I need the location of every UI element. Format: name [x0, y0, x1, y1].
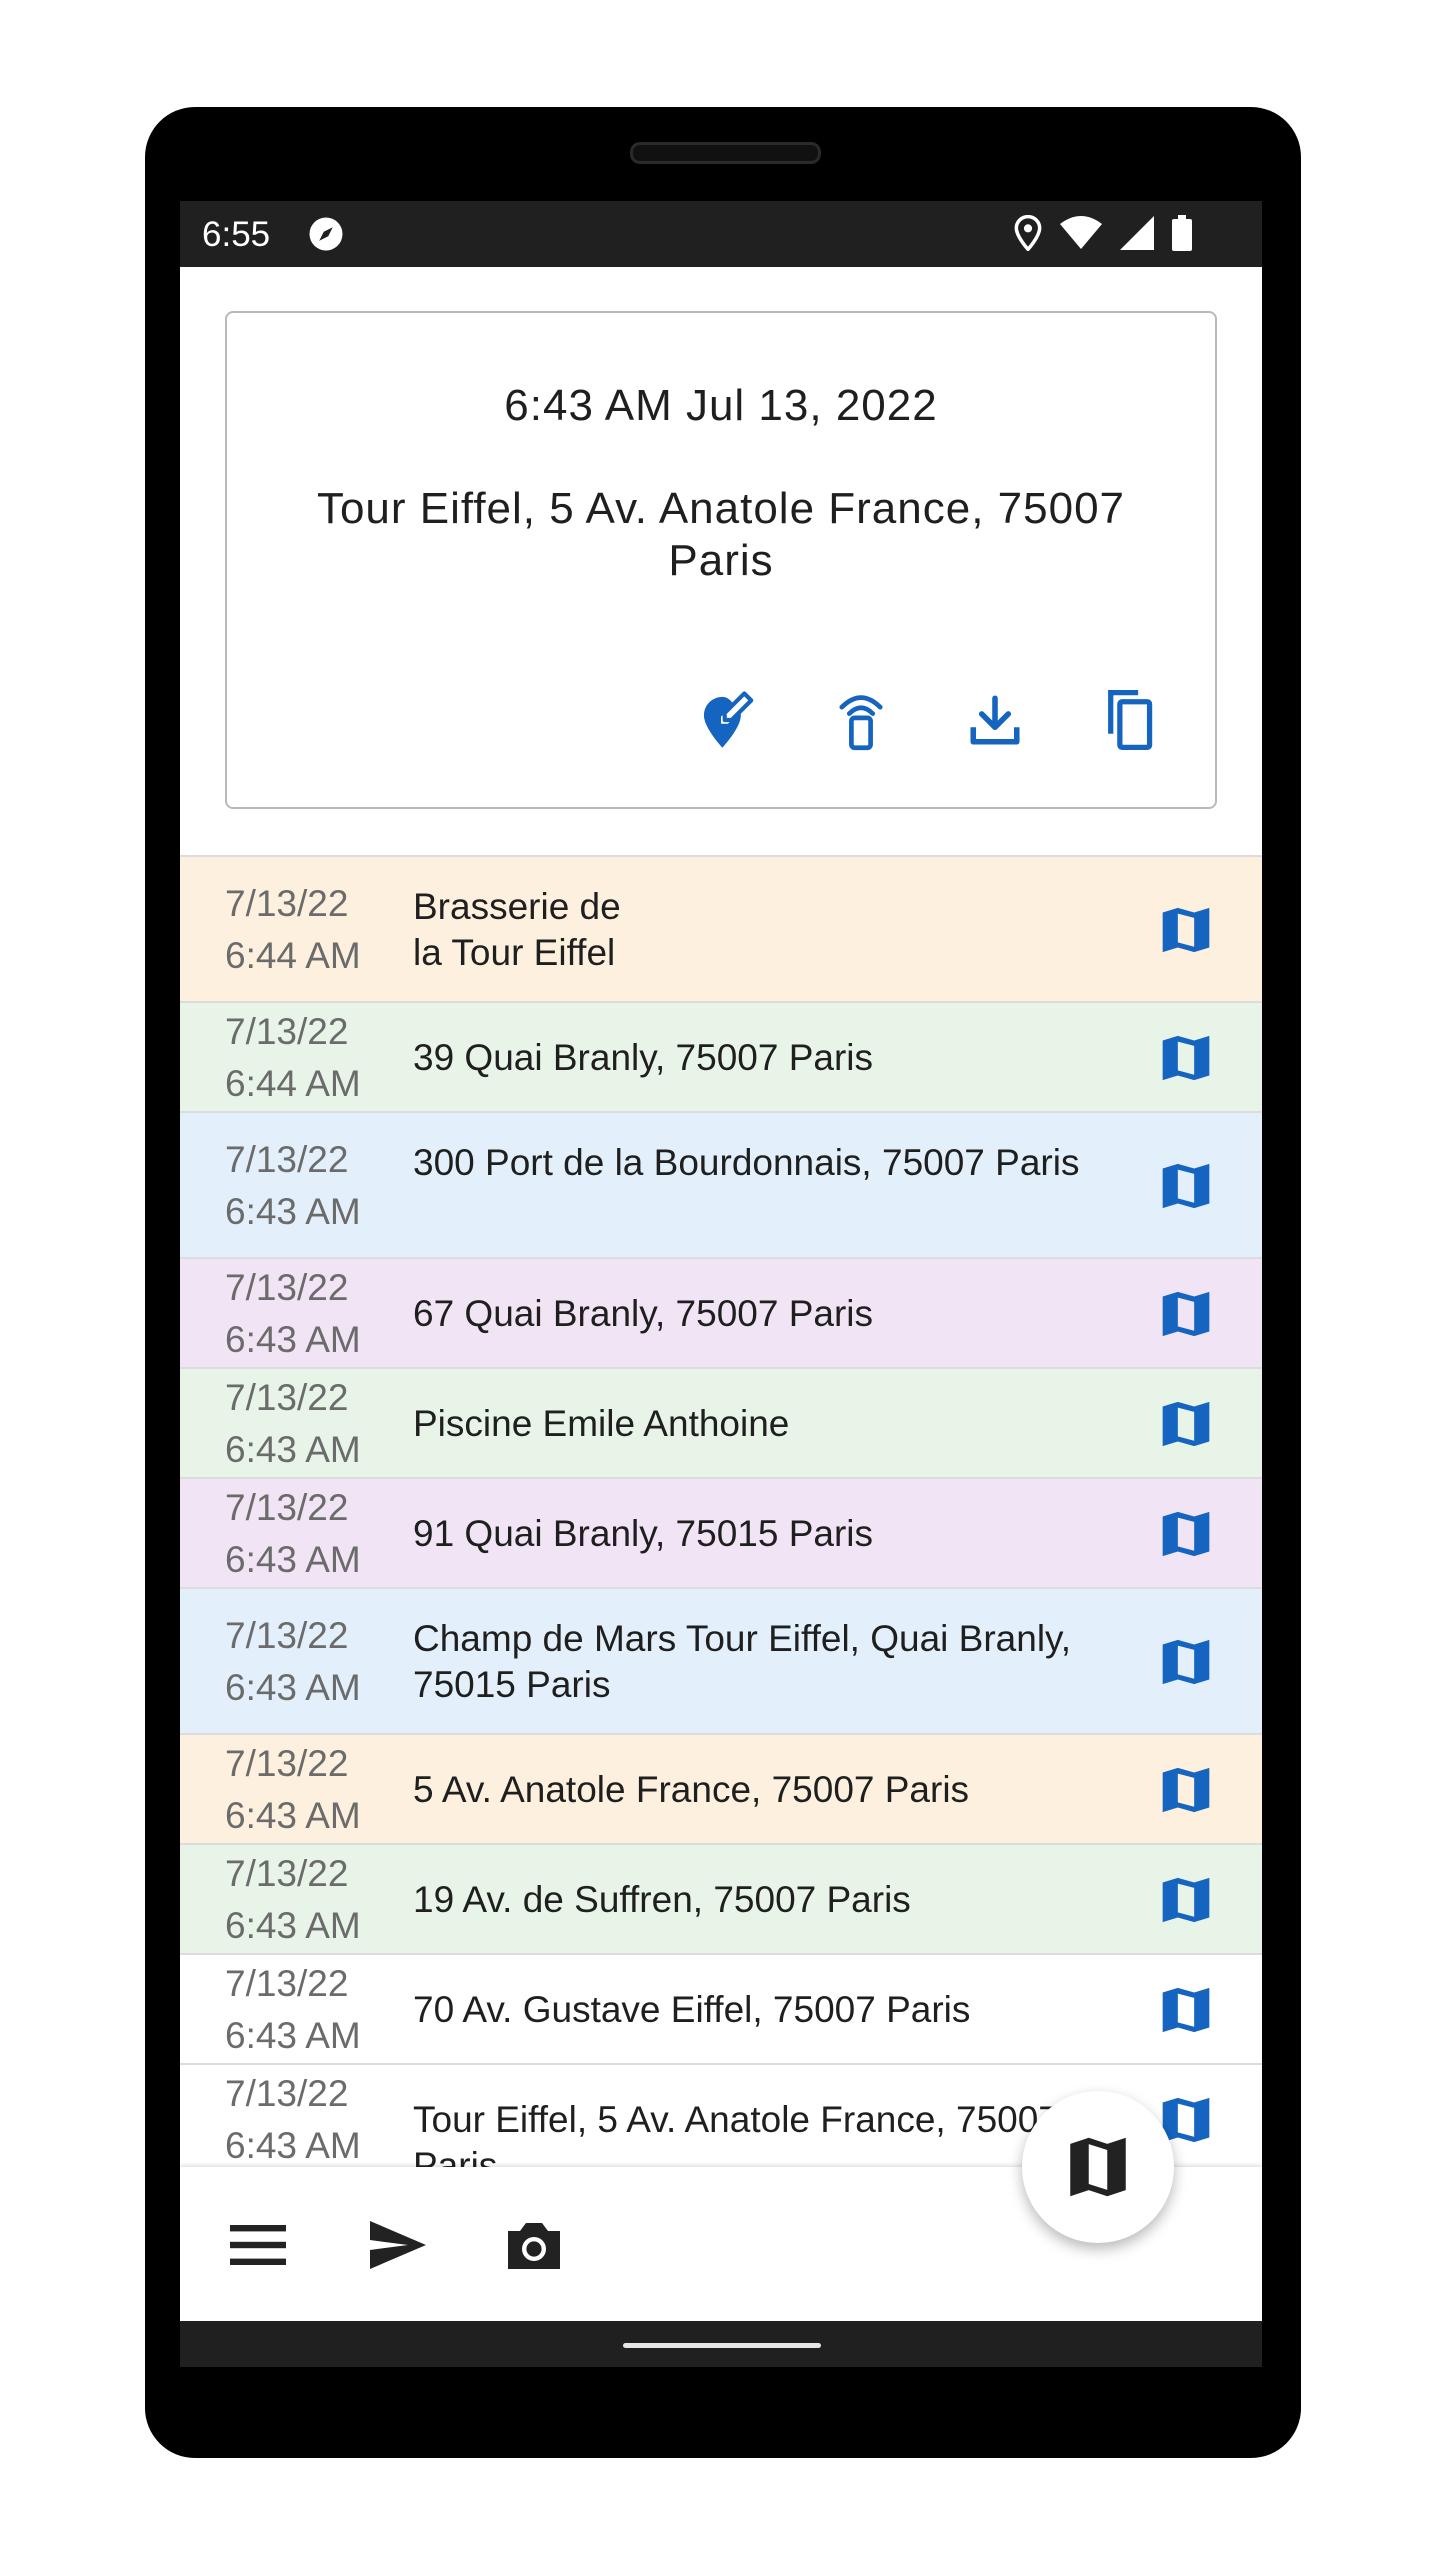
row-date: 7/13/22: [225, 1139, 349, 1180]
edit-location-button[interactable]: [697, 688, 757, 752]
row-datetime: 7/13/22 6:43 AM: [225, 2068, 361, 2169]
history-row[interactable]: 7/13/22 6:43 AM 19 Av. de Suffren, 75007 P…: [180, 1845, 1262, 1955]
speaker-grille: [630, 142, 821, 164]
row-address: 5 Av. Anatole France, 75007 Paris: [413, 1769, 970, 1810]
row-time: 6:43 AM: [225, 1905, 361, 1946]
history-list: 7/13/22 6:44 AM Brasserie de la Tour Eiffe…: [180, 855, 1262, 2169]
card-address: Tour Eiffel, 5 Av. Anatole France, 75007…: [316, 484, 1126, 585]
row-time: 6:43 AM: [225, 1795, 361, 1836]
row-datetime: 7/13/22 6:43 AM: [225, 1134, 361, 1238]
system-navigation-bar: [180, 2321, 1262, 2367]
row-time: 6:43 AM: [225, 1667, 361, 1708]
map-icon: [1070, 2137, 1126, 2197]
row-datetime: 7/13/22 6:43 AM: [225, 1848, 361, 1952]
map-icon[interactable]: [1158, 1156, 1214, 1216]
history-row[interactable]: 7/13/22 6:43 AM Piscine Emile Anthoine: [180, 1369, 1262, 1479]
row-date: 7/13/22: [225, 1853, 349, 1894]
download-icon: [970, 695, 1020, 745]
row-time: 6:43 AM: [225, 1191, 361, 1232]
map-icon[interactable]: [1158, 1504, 1214, 1564]
row-datetime: 7/13/22 6:43 AM: [225, 1738, 361, 1842]
row-address: 39 Quai Branly, 75007 Paris: [413, 1037, 874, 1078]
copy-icon: [1108, 689, 1153, 751]
map-icon[interactable]: [1158, 1284, 1214, 1344]
row-date: 7/13/22: [225, 1011, 349, 1052]
row-address: 19 Av. de Suffren, 75007 Paris: [413, 1879, 911, 1920]
status-icons: [1014, 215, 1192, 251]
screen: 6:55 6:43 AM Jul 13, 2022 Tour Eiffel, 5…: [180, 201, 1262, 2367]
current-location-card: 6:43 AM Jul 13, 2022 Tour Eiffel, 5 Av. …: [225, 311, 1217, 809]
row-date: 7/13/22: [225, 1267, 349, 1308]
row-datetime: 7/13/22 6:43 AM: [225, 1482, 361, 1586]
row-time: 6:43 AM: [225, 1539, 361, 1580]
row-datetime: 7/13/22 6:43 AM: [225, 1610, 361, 1714]
row-date: 7/13/22: [225, 2073, 349, 2114]
location-icon: [1014, 215, 1042, 251]
map-icon[interactable]: [1158, 1760, 1214, 1820]
history-row[interactable]: 7/13/22 6:44 AM Brasserie de la Tour Eiffe…: [180, 857, 1262, 1003]
nfc-phone-icon: [839, 695, 883, 751]
map-icon[interactable]: [1158, 1028, 1214, 1088]
row-address: Champ de Mars Tour Eiffel, Quai Branly, …: [413, 1618, 1072, 1705]
battery-icon: [1172, 215, 1192, 251]
row-date: 7/13/22: [225, 1377, 349, 1418]
card-actions: [697, 688, 1159, 752]
row-address: Brasserie de la Tour Eiffel: [413, 886, 621, 973]
row-time: 6:44 AM: [225, 1063, 361, 1104]
row-date: 7/13/22: [225, 1963, 349, 2004]
row-address: 70 Av. Gustave Eiffel, 75007 Paris: [413, 1989, 971, 2030]
history-row[interactable]: 7/13/22 6:43 AM 91 Quai Branly, 75015 Pari…: [180, 1479, 1262, 1589]
row-time: 6:43 AM: [225, 2125, 361, 2166]
camera-icon[interactable]: [502, 2215, 566, 2275]
map-icon[interactable]: [1158, 1870, 1214, 1930]
card-timestamp: 6:43 AM Jul 13, 2022: [504, 381, 938, 430]
row-time: 6:43 AM: [225, 1319, 361, 1360]
history-row[interactable]: 7/13/22 6:43 AM 70 Av. Gustave Eiffel, 750…: [180, 1955, 1262, 2065]
row-time: 6:43 AM: [225, 2015, 361, 2056]
row-address: 91 Quai Branly, 75015 Paris: [413, 1513, 874, 1554]
map-icon[interactable]: [1158, 1632, 1214, 1692]
row-address: Tour Eiffel, 5 Av. Anatole France, 75007…: [413, 2099, 1059, 2169]
row-address: 300 Port de la Bourdonnais, 75007 Paris: [413, 1142, 1080, 1183]
status-bar: 6:55: [180, 201, 1262, 267]
compass-icon: [309, 217, 343, 251]
row-date: 7/13/22: [225, 1743, 349, 1784]
download-button[interactable]: [965, 688, 1025, 752]
row-date: 7/13/22: [225, 883, 349, 924]
row-date: 7/13/22: [225, 1615, 349, 1656]
row-address: 67 Quai Branly, 75007 Paris: [413, 1293, 874, 1334]
send-icon[interactable]: [366, 2215, 430, 2275]
signal-icon: [1120, 216, 1154, 250]
map-icon[interactable]: [1158, 1980, 1214, 2040]
row-time: 6:44 AM: [225, 935, 361, 976]
map-icon[interactable]: [1158, 1394, 1214, 1454]
row-datetime: 7/13/22 6:44 AM: [225, 878, 361, 982]
row-address: Piscine Emile Anthoine: [413, 1403, 790, 1444]
row-time: 6:43 AM: [225, 1429, 361, 1470]
history-row[interactable]: 7/13/22 6:43 AM 5 Av. Anatole France, 7500…: [180, 1735, 1262, 1845]
status-time: 6:55: [202, 215, 271, 254]
row-datetime: 7/13/22 6:43 AM: [225, 1372, 361, 1476]
open-map-fab[interactable]: [1022, 2091, 1174, 2243]
history-row[interactable]: 7/13/22 6:43 AM 300 Port de la Bourdonnais…: [180, 1113, 1262, 1259]
row-datetime: 7/13/22 6:43 AM: [225, 1262, 361, 1366]
history-row[interactable]: 7/13/22 6:43 AM 67 Quai Branly, 75007 Pari…: [180, 1259, 1262, 1369]
map-icon[interactable]: [1158, 900, 1214, 960]
home-indicator[interactable]: [623, 2343, 821, 2348]
menu-icon[interactable]: [226, 2215, 290, 2275]
copy-button[interactable]: [1099, 688, 1159, 752]
history-row[interactable]: 7/13/22 6:43 AM Champ de Mars Tour Eiffel,…: [180, 1589, 1262, 1735]
history-row[interactable]: 7/13/22 6:44 AM 39 Quai Branly, 75007 Pari…: [180, 1003, 1262, 1113]
row-datetime: 7/13/22 6:44 AM: [225, 1006, 361, 1110]
wifi-icon: [1060, 216, 1102, 249]
row-datetime: 7/13/22 6:43 AM: [225, 1958, 361, 2062]
nfc-share-button[interactable]: [831, 688, 891, 752]
row-date: 7/13/22: [225, 1487, 349, 1528]
edit-location-icon: [703, 691, 754, 748]
